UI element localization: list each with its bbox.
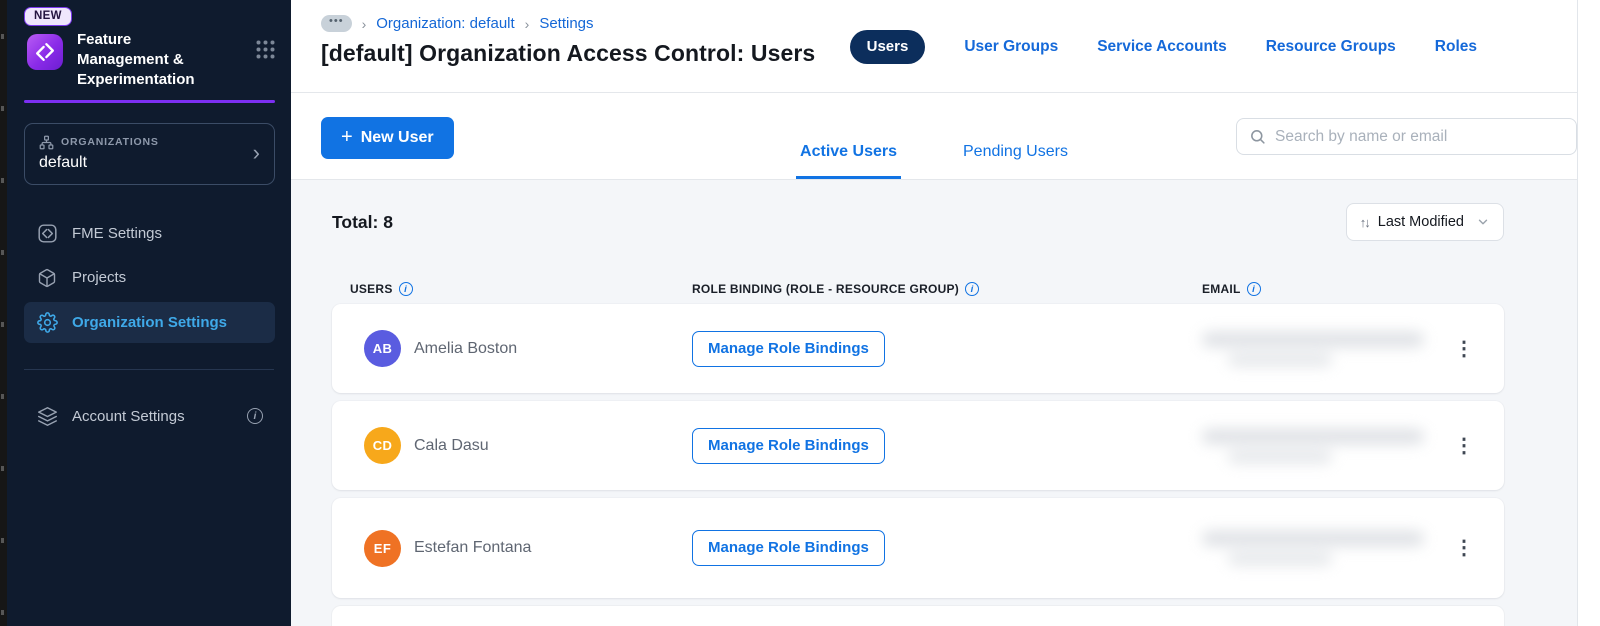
email-redacted: [1202, 331, 1424, 366]
layers-icon: [36, 406, 58, 427]
manage-role-bindings-button[interactable]: Manage Role Bindings: [692, 530, 885, 566]
tab-pending-users[interactable]: Pending Users: [959, 143, 1072, 179]
sidebar-item-fme-settings[interactable]: FME Settings: [24, 213, 275, 254]
total-count: Total: 8: [332, 211, 393, 232]
access-control-nav: Users User Groups Service Accounts Resou…: [849, 30, 1477, 64]
content-right-edge: [1577, 0, 1578, 626]
table-row: EF Estefan Fontana Manage Role Bindings …: [332, 498, 1504, 598]
users-list-section: Total: 8 ↑↓ Last Modified USERS i ROLE B…: [291, 180, 1577, 626]
search-input[interactable]: [1275, 127, 1564, 146]
search-box[interactable]: [1236, 118, 1577, 155]
org-hierarchy-icon: [39, 135, 54, 150]
search-icon: [1249, 128, 1266, 145]
user-cell: EF Estefan Fontana: [364, 529, 692, 567]
toolbar: + New User Active Users Pending Users: [291, 93, 1577, 180]
product-title: Feature Management & Experimentation: [77, 31, 195, 88]
info-icon[interactable]: i: [1246, 282, 1261, 296]
table-row: CD Cala Dasu Manage Role Bindings ⋮: [332, 401, 1504, 490]
column-header-role-binding: ROLE BINDING (ROLE - RESOURCE GROUP) i: [692, 282, 1202, 296]
tab-active-users[interactable]: Active Users: [796, 143, 901, 179]
nav-tab-users[interactable]: Users: [849, 30, 926, 64]
sidebar-menu: FME Settings Projects Organization Setti…: [7, 213, 291, 437]
avatar: AB: [364, 330, 401, 367]
breadcrumb-settings-link[interactable]: Settings: [539, 15, 593, 32]
brand-accent-bar: [24, 99, 275, 103]
email-redacted: [1202, 428, 1424, 463]
column-header-email: EMAIL i: [1202, 282, 1424, 296]
cube-icon: [36, 268, 58, 288]
info-icon[interactable]: i: [398, 282, 413, 296]
nav-tab-service-accounts[interactable]: Service Accounts: [1097, 38, 1227, 56]
user-cell: AB Amelia Boston: [364, 330, 692, 367]
user-name: Cala Dasu: [414, 436, 489, 454]
main-panel: ••• › Organization: default › Settings […: [291, 0, 1600, 626]
sidebar-header: Feature Management & Experimentation: [7, 26, 291, 90]
org-selector-value: default: [39, 153, 88, 171]
user-name: Estefan Fontana: [414, 539, 532, 556]
sidebar-item-account-settings[interactable]: Account Settings i: [24, 396, 275, 437]
apps-grid-icon[interactable]: [256, 40, 275, 59]
manage-role-bindings-button[interactable]: Manage Role Bindings: [692, 427, 885, 464]
sidebar-divider: [24, 368, 274, 370]
kebab-menu-icon[interactable]: ⋮: [1448, 333, 1480, 365]
avatar: EF: [364, 529, 401, 567]
breadcrumb-ellipsis-button[interactable]: •••: [321, 15, 352, 32]
sort-arrows-icon: ↑↓: [1359, 214, 1371, 230]
nav-tab-resource-groups[interactable]: Resource Groups: [1266, 38, 1396, 56]
page-header: ••• › Organization: default › Settings […: [291, 0, 1577, 93]
breadcrumb-organization-link[interactable]: Organization: default: [376, 15, 514, 32]
info-icon[interactable]: i: [247, 408, 263, 425]
column-header-users: USERS i: [350, 282, 692, 296]
kebab-menu-icon[interactable]: ⋮: [1448, 532, 1480, 564]
sidebar-item-label: FME Settings: [72, 224, 163, 242]
email-redacted: [1202, 531, 1424, 565]
user-cell: CD Cala Dasu: [364, 427, 692, 464]
sidebar-item-projects[interactable]: Projects: [24, 258, 275, 298]
split-outline-icon: [36, 223, 58, 244]
kebab-menu-icon[interactable]: ⋮: [1448, 430, 1480, 462]
sidebar-item-label: Account Settings: [72, 407, 185, 425]
avatar: CD: [364, 427, 401, 464]
nav-tab-user-groups[interactable]: User Groups: [964, 38, 1058, 56]
user-name: Amelia Boston: [414, 339, 518, 357]
table-row: AB Amelia Boston Manage Role Bindings ⋮: [332, 304, 1504, 393]
page-title: [default] Organization Access Control: U…: [321, 40, 816, 66]
breadcrumb: ••• › Organization: default › Settings: [321, 15, 594, 32]
sidebar-item-label: Projects: [72, 269, 127, 287]
split-logo-icon: [27, 34, 63, 70]
chevron-down-icon: [1476, 215, 1490, 229]
table-row-partial: [332, 606, 1504, 626]
table-header-row: USERS i ROLE BINDING (ROLE - RESOURCE GR…: [332, 282, 1504, 296]
sort-dropdown-value: Last Modified: [1377, 214, 1464, 230]
window-edge-strip: [0, 0, 7, 626]
breadcrumb-separator: ›: [361, 15, 367, 32]
gear-icon: [36, 311, 58, 333]
manage-role-bindings-button[interactable]: Manage Role Bindings: [692, 330, 885, 367]
sidebar: NEW Feature Management & Experimentation: [7, 0, 291, 626]
sidebar-item-label: Organization Settings: [72, 313, 228, 331]
chevron-right-icon: ›: [252, 139, 260, 165]
app-window: NEW Feature Management & Experimentation: [0, 0, 1600, 626]
new-badge: NEW: [24, 7, 72, 26]
org-selector-label: ORGANIZATIONS: [61, 136, 159, 149]
info-icon[interactable]: i: [965, 282, 980, 296]
organization-selector[interactable]: ORGANIZATIONS default ›: [24, 122, 275, 185]
sidebar-item-organization-settings[interactable]: Organization Settings: [24, 301, 275, 343]
nav-tab-roles[interactable]: Roles: [1435, 38, 1477, 56]
breadcrumb-separator: ›: [524, 15, 530, 32]
sort-dropdown[interactable]: ↑↓ Last Modified: [1345, 203, 1504, 241]
